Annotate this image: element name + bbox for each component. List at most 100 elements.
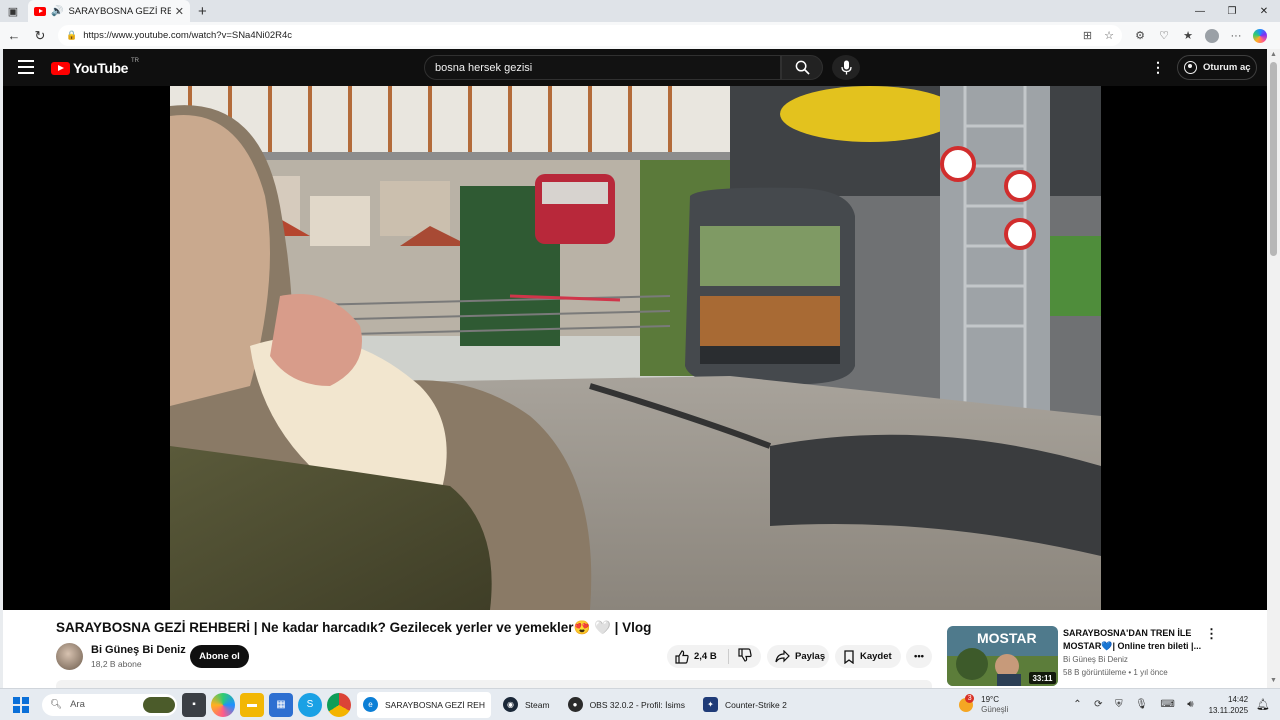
more-actions-button[interactable]: ••• [906, 645, 932, 668]
copilot-taskbar-icon[interactable] [211, 692, 235, 717]
taskbar-app-label: OBS 32.0.2 - Profil: İsims [589, 699, 685, 710]
microphone-icon [840, 60, 852, 75]
recommended-menu-icon[interactable]: ⋮ [1205, 626, 1218, 642]
notification-badge: 3 [965, 693, 975, 703]
save-label: Kaydet [860, 651, 892, 662]
weather-description: Güneşli [981, 704, 1009, 714]
signin-button[interactable]: Oturum aç [1177, 55, 1257, 80]
recommended-video-title[interactable]: SARAYBOSNA'DAN TREN İLE MOSTAR💙| Online … [1063, 627, 1203, 653]
browser-tab-active[interactable]: 🔊 SARAYBOSNA GEZİ REHBERİ ✕ [28, 0, 190, 22]
browser-tab-strip: ▣ 🔊 SARAYBOSNA GEZİ REHBERİ ✕ + — ❐ ✕ [0, 0, 1280, 22]
notification-bell-icon[interactable]: 🔔︎ [1256, 698, 1270, 711]
profile-avatar-icon[interactable] [1200, 24, 1224, 48]
extensions-icon[interactable]: ⚙ [1128, 24, 1152, 48]
save-button[interactable]: Kaydet [835, 645, 901, 668]
search-icon [795, 60, 810, 75]
security-icon[interactable]: ⛨ [1115, 699, 1123, 710]
dislike-button[interactable] [729, 648, 757, 665]
volume-icon[interactable]: 🔊︎ [1187, 699, 1193, 710]
obs-icon: ● [567, 697, 583, 712]
skype-icon[interactable]: S [298, 692, 322, 717]
sun-icon: 3 [959, 693, 975, 712]
microsoft-store-icon[interactable]: ▦ [269, 692, 293, 717]
share-button[interactable]: Paylaş [767, 645, 829, 668]
browser-essentials-icon[interactable]: ♡ [1152, 24, 1176, 48]
task-view-icon[interactable]: ▪ [182, 692, 206, 717]
clock-time: 14:42 [1228, 694, 1249, 704]
taskbar-app-label: SARAYBOSNA GEZİ REH [385, 699, 485, 710]
browser-extension-icons: ⚙ ♡ ★ ··· [1128, 24, 1272, 48]
chrome-icon[interactable] [327, 692, 351, 717]
share-label: Paylaş [795, 651, 826, 662]
window-controls: — ❐ ✕ [1184, 0, 1280, 22]
like-button[interactable]: 2,4 B [667, 649, 729, 664]
file-explorer-icon[interactable]: ▬ [240, 692, 264, 717]
scroll-down-icon[interactable]: ▼ [1270, 677, 1277, 684]
app-available-icon[interactable]: ⊞ [1083, 29, 1092, 42]
close-tab-icon[interactable]: ✕ [175, 5, 184, 18]
taskbar-app-label: Steam [524, 699, 550, 710]
like-count: 2,4 B [694, 651, 717, 662]
search-highlight-widget[interactable] [143, 696, 175, 713]
taskbar-app-cs2[interactable]: ✦ Counter-Strike 2 [697, 692, 793, 718]
new-tab-button[interactable]: + [198, 3, 207, 20]
sync-icon[interactable]: ⟳ [1094, 699, 1102, 710]
search-button[interactable] [781, 55, 823, 80]
recommended-video-thumbnail[interactable]: MOSTAR 33:11 [947, 626, 1058, 686]
refresh-icon[interactable]: ↻ [28, 24, 52, 48]
scrollbar-thumb[interactable] [1270, 62, 1277, 256]
description-box-edge[interactable] [56, 680, 932, 688]
microphone-tray-icon[interactable]: 🎙︎ [1135, 699, 1148, 710]
favorite-star-icon[interactable]: ☆ [1104, 29, 1114, 42]
url-text: https://www.youtube.com/watch?v=SNa4Ni02… [83, 30, 293, 41]
steam-icon: ◉ [502, 697, 518, 712]
taskbar-app-steam[interactable]: ◉ Steam [497, 692, 556, 718]
more-horizontal-icon: ••• [914, 651, 924, 662]
taskbar-app-edge[interactable]: e SARAYBOSNA GEZİ REH [357, 691, 491, 718]
channel-avatar[interactable] [56, 643, 83, 670]
weather-temperature: 19°C [981, 694, 1000, 704]
voice-search-button[interactable] [832, 55, 860, 80]
settings-kebab-icon[interactable]: ⋮ [1151, 59, 1165, 76]
weather-widget[interactable]: 3 19°C Güneşli [959, 693, 1009, 715]
settings-more-icon[interactable]: ··· [1224, 24, 1248, 48]
youtube-play-icon [51, 61, 70, 75]
copilot-icon[interactable] [1248, 24, 1272, 48]
lock-icon[interactable]: 🔒 [66, 30, 77, 41]
address-bar[interactable]: 🔒 https://www.youtube.com/watch?v=SNa4Ni… [58, 25, 1122, 46]
counter-strike-icon: ✦ [702, 697, 718, 712]
close-window-icon[interactable]: ✕ [1248, 0, 1280, 22]
minimize-icon[interactable]: — [1184, 0, 1216, 22]
tab-actions-icon[interactable]: ▣ [0, 0, 26, 22]
chevron-up-icon[interactable]: ⌃ [1073, 699, 1081, 710]
bookmark-icon [844, 649, 854, 664]
edge-icon: e [363, 697, 378, 712]
system-tray: 3 19°C Güneşli ⌃ ⟳ ⛨ 🎙︎ ⌨ 🔊︎ 14:42 13.11… [959, 693, 1280, 716]
account-icon [1184, 61, 1197, 74]
video-player[interactable] [3, 86, 1267, 610]
maximize-icon[interactable]: ❐ [1216, 0, 1248, 22]
network-icon[interactable]: ⌨ [1160, 699, 1174, 710]
scroll-up-icon[interactable]: ▲ [1270, 51, 1277, 58]
video-frame[interactable] [170, 86, 1101, 610]
subscribe-button[interactable]: Abone ol [190, 645, 249, 668]
speaker-icon[interactable]: 🔊 [51, 6, 63, 17]
taskbar-search-box[interactable]: 🔍︎ Ara [42, 693, 177, 716]
back-icon[interactable]: ← [2, 24, 26, 48]
menu-hamburger-icon[interactable] [18, 60, 34, 74]
search-input[interactable]: bosna hersek gezisi [424, 55, 781, 80]
favorites-icon[interactable]: ★ [1176, 24, 1200, 48]
video-scene-image [170, 86, 1101, 610]
like-dislike-group: 2,4 B [667, 645, 761, 668]
channel-name[interactable]: Bi Güneş Bi Deniz [91, 644, 186, 656]
signin-label: Oturum aç [1203, 62, 1251, 73]
subscriber-count: 18,2 B abone [91, 659, 142, 669]
taskbar-app-obs[interactable]: ● OBS 32.0.2 - Profil: İsims [562, 692, 691, 718]
windows-start-icon[interactable] [13, 696, 29, 713]
youtube-logo[interactable]: YouTube TR [51, 58, 139, 76]
thumbnail-overlay-text: MOSTAR [977, 630, 1037, 646]
taskbar-clock[interactable]: 14:42 13.11.2025 [1209, 694, 1248, 716]
tray-icons: ⌃ ⟳ ⛨ 🎙︎ ⌨ 🔊︎ [1068, 699, 1198, 710]
page-scrollbar[interactable]: ▲ ▼ [1267, 49, 1280, 688]
recommended-channel-name[interactable]: Bi Güneş Bi Deniz [1063, 655, 1128, 664]
